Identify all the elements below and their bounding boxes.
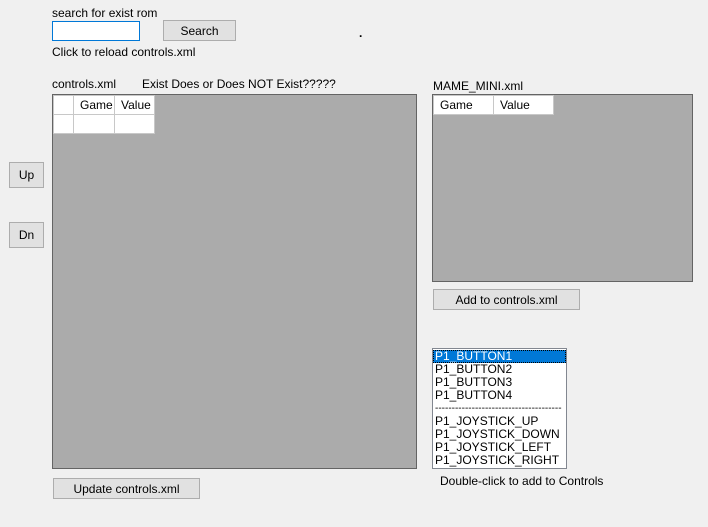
controls-grid-header-row: Game Value xyxy=(53,95,155,115)
controls-xml-label: controls.xml xyxy=(52,77,117,91)
mame-grid[interactable]: Game Value xyxy=(432,94,693,282)
controls-grid-table: Game Value xyxy=(53,95,155,134)
move-up-button[interactable]: Up xyxy=(9,162,44,188)
add-to-controls-button[interactable]: Add to controls.xml xyxy=(433,289,580,310)
list-item[interactable]: P1_JOYSTICK_RIGHT xyxy=(433,454,566,467)
list-item[interactable]: P1_BUTTON4 xyxy=(433,389,566,402)
move-down-button[interactable]: Dn xyxy=(9,222,44,248)
controls-grid-row-header[interactable] xyxy=(53,114,74,134)
dot-label: . xyxy=(359,26,363,40)
mame-grid-header-row: Game Value xyxy=(433,95,554,115)
search-button[interactable]: Search xyxy=(163,20,236,41)
listbox-hint-label: Double-click to add to Controls xyxy=(440,474,604,488)
update-controls-button[interactable]: Update controls.xml xyxy=(53,478,200,499)
controls-grid-column-game[interactable]: Game xyxy=(73,95,115,115)
controls-grid-cell-game[interactable] xyxy=(73,114,115,134)
search-input[interactable] xyxy=(52,21,140,41)
controls-grid-corner[interactable] xyxy=(53,95,74,115)
exist-status-label: Exist Does or Does NOT Exist????? xyxy=(142,77,336,91)
mame-mini-xml-label: MAME_MINI.xml xyxy=(433,79,523,93)
mame-grid-column-game[interactable]: Game xyxy=(433,95,494,115)
controls-grid-cell-value[interactable] xyxy=(114,114,155,134)
mame-grid-table: Game Value xyxy=(433,95,554,115)
mame-grid-column-value[interactable]: Value xyxy=(493,95,554,115)
control-names-listbox[interactable]: P1_BUTTON1 P1_BUTTON2 P1_BUTTON3 P1_BUTT… xyxy=(432,348,567,469)
controls-grid-column-value[interactable]: Value xyxy=(114,95,155,115)
search-label: search for exist rom xyxy=(52,6,158,20)
reload-controls-link[interactable]: Click to reload controls.xml xyxy=(52,45,195,59)
controls-grid[interactable]: Game Value xyxy=(52,94,417,469)
table-row[interactable] xyxy=(53,114,155,134)
